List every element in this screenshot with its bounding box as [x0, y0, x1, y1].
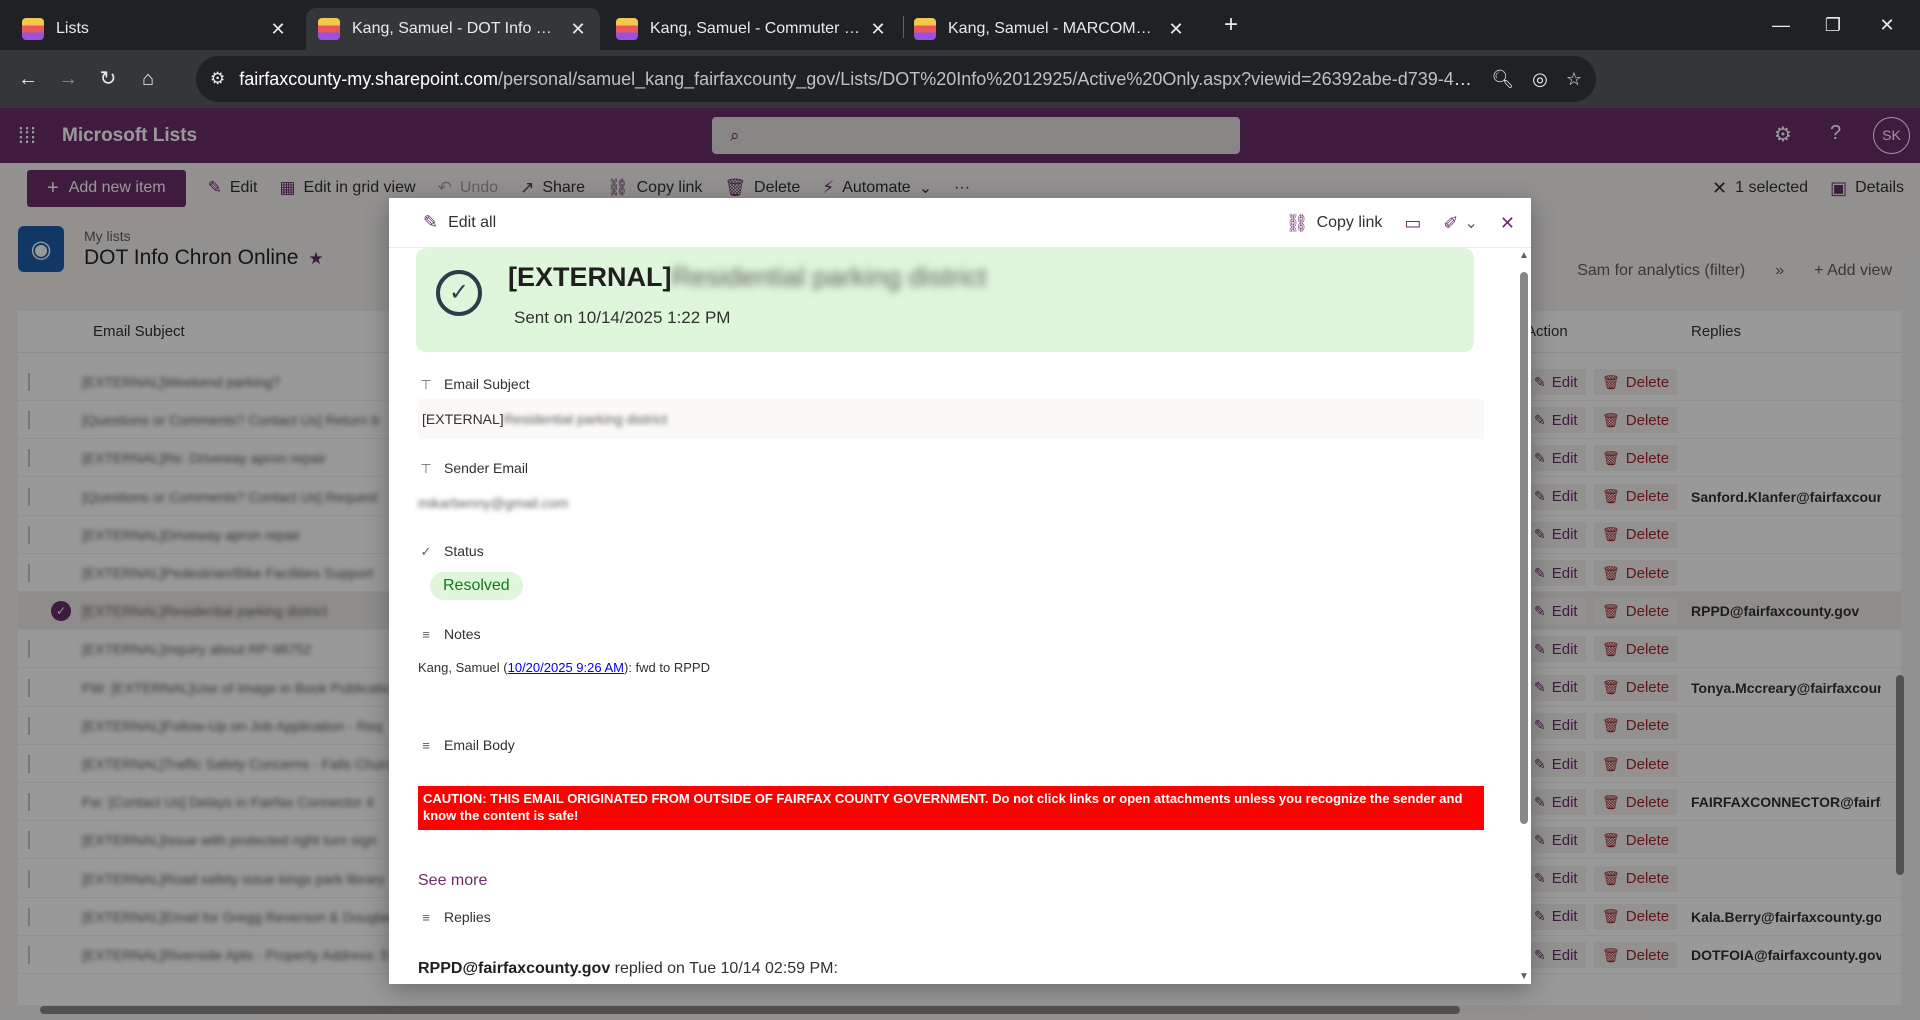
lists-favicon-icon — [318, 18, 340, 40]
form-edit-button[interactable]: ✐ ⌄ — [1443, 213, 1478, 234]
scroll-down-icon[interactable]: ▼ — [1519, 971, 1529, 982]
item-header-banner: ✓ [EXTERNAL]Residential parking district… — [416, 248, 1474, 352]
lists-favicon-icon — [616, 18, 638, 40]
chevron-down-icon: ⌄ — [1464, 215, 1478, 232]
close-tab-icon[interactable]: ✕ — [268, 19, 288, 40]
forward-icon[interactable]: → — [48, 59, 88, 99]
notes-field[interactable]: Kang, Samuel (10/20/2025 9:26 AM): fwd t… — [418, 660, 710, 675]
browser-tab-lists[interactable]: Lists ✕ — [10, 8, 300, 50]
browser-tab-dot-info[interactable]: Kang, Samuel - DOT Info Chron ✕ — [306, 8, 600, 50]
field-label-notes: ≡ Notes — [418, 626, 480, 642]
tab-title: Lists — [56, 20, 89, 37]
see-more-link[interactable]: See more — [418, 872, 487, 890]
link-icon: ⛓ — [1285, 212, 1309, 233]
scroll-up-icon[interactable]: ▲ — [1519, 250, 1529, 261]
text-field-icon: ⊤ — [420, 377, 432, 392]
field-label-replies: ≡ Replies — [418, 909, 491, 925]
close-icon: ✕ — [1499, 212, 1515, 233]
url-text: fairfaxcounty-my.sharepoint.com/personal… — [239, 68, 1474, 89]
site-info-icon[interactable]: ⚙ — [210, 69, 225, 89]
check-circle-icon: ✓ — [436, 270, 482, 316]
tab-title: Kang, Samuel - Commuter Bene — [650, 20, 860, 37]
reply-entry: RPPD@fairfaxcounty.gov replied on Tue 10… — [418, 960, 838, 977]
close-tab-icon[interactable]: ✕ — [1166, 19, 1186, 40]
back-icon[interactable]: ← — [8, 59, 48, 99]
multiline-text-icon: ≡ — [422, 627, 430, 642]
home-icon[interactable]: ⌂ — [128, 59, 168, 99]
url-field[interactable]: ⚙ fairfaxcounty-my.sharepoint.com/person… — [196, 56, 1596, 102]
close-tab-icon[interactable]: ✕ — [568, 19, 588, 40]
lists-favicon-icon — [914, 18, 936, 40]
status-check-icon: ✓ — [420, 544, 432, 559]
panel-scrollbar[interactable]: ▲ ▼ — [1517, 248, 1531, 984]
tab-title: Kang, Samuel - MARCOM_Event — [948, 20, 1158, 37]
item-title: [EXTERNAL]Residential parking district — [508, 262, 987, 292]
browser-tab-strip: Lists ✕ Kang, Samuel - DOT Info Chron ✕ … — [0, 0, 1920, 50]
text-field-icon: ⊤ — [420, 461, 432, 476]
eye-off-icon[interactable]: ◎ — [1532, 69, 1548, 90]
reload-icon[interactable]: ↻ — [88, 59, 128, 99]
zoom-icon[interactable]: 🔍︎ — [1491, 69, 1514, 90]
new-tab-button[interactable]: + — [1208, 10, 1254, 40]
panel-scroll-thumb[interactable] — [1520, 272, 1528, 824]
minimize-icon[interactable]: — — [1758, 10, 1804, 40]
field-label-email-body: ≡ Email Body — [418, 737, 515, 753]
multiline-text-icon: ≡ — [422, 910, 430, 925]
restore-icon[interactable]: ❐ — [1810, 10, 1856, 40]
panel-toolbar: ✎ Edit all ⛓ Copy link ▭ ✐ ⌄ ✕ — [389, 198, 1531, 248]
tab-title: Kang, Samuel - DOT Info Chron — [352, 20, 560, 37]
lists-favicon-icon — [22, 18, 44, 40]
field-label-status: ✓ Status — [418, 543, 484, 559]
close-window-icon[interactable]: ✕ — [1864, 10, 1910, 40]
comment-icon: ▭ — [1404, 212, 1422, 233]
sent-date: Sent on 10/14/2025 1:22 PM — [514, 308, 731, 327]
field-label-email-subject: ⊤ Email Subject — [418, 376, 529, 392]
panel-toolbar-right: ⛓ Copy link ▭ ✐ ⌄ ✕ — [1264, 198, 1515, 248]
caution-banner: CAUTION: THIS EMAIL ORIGINATED FROM OUTS… — [418, 786, 1484, 830]
bookmark-star-icon[interactable]: ☆ — [1566, 69, 1582, 90]
browser-tab-commuter[interactable]: Kang, Samuel - Commuter Bene ✕ — [604, 8, 900, 50]
browser-tab-marcom[interactable]: Kang, Samuel - MARCOM_Event ✕ — [902, 8, 1198, 50]
notes-timestamp-link[interactable]: 10/20/2025 9:26 AM — [508, 660, 624, 675]
close-panel-button[interactable]: ✕ — [1500, 213, 1515, 234]
item-detail-panel: ✎ Edit all ⛓ Copy link ▭ ✐ ⌄ ✕ ✓ [EXTERNAL]… — [389, 198, 1531, 984]
form-edit-icon: ✐ — [1443, 212, 1459, 233]
edit-all-button[interactable]: ✎ Edit all — [423, 212, 496, 233]
address-bar-row: ← → ↻ ⌂ ⚙ fairfaxcounty-my.sharepoint.co… — [0, 50, 1920, 131]
pencil-icon: ✎ — [423, 212, 439, 232]
sender-email-field[interactable]: mikarbenny@gmail.com — [418, 495, 568, 511]
close-tab-icon[interactable]: ✕ — [868, 19, 888, 40]
email-subject-field[interactable]: [EXTERNAL] Residential parking district — [418, 399, 1484, 439]
comments-button[interactable]: ▭ — [1404, 213, 1421, 234]
panel-copy-link-button[interactable]: ⛓ Copy link — [1286, 213, 1383, 234]
status-badge[interactable]: Resolved — [430, 572, 523, 600]
multiline-text-icon: ≡ — [422, 738, 430, 753]
field-label-sender-email: ⊤ Sender Email — [418, 460, 528, 476]
